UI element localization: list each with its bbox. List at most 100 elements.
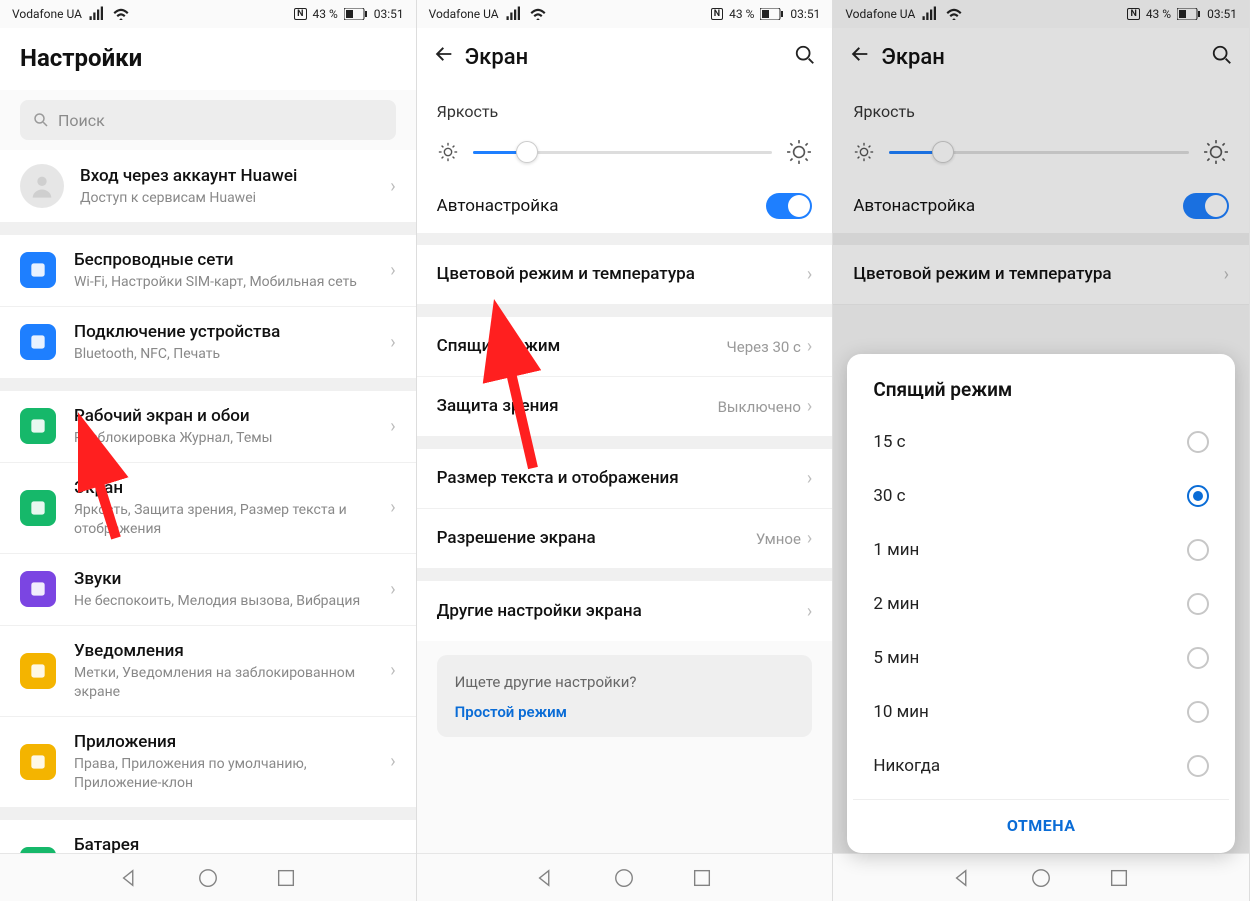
option-label: 15 с (873, 432, 905, 452)
nfc-icon: N (711, 8, 723, 20)
app-icon (20, 490, 56, 526)
chevron-right-icon: › (807, 601, 812, 622)
app-icon (20, 653, 56, 689)
time: 03:51 (374, 7, 404, 21)
auto-label: Автонастройка (437, 196, 559, 216)
sleep-option[interactable]: 10 мин (853, 685, 1229, 739)
hint-box: Ищете другие настройки? Простой режим (437, 655, 813, 737)
screen-title: Экран (881, 45, 1201, 70)
search-icon (32, 111, 50, 129)
search-button[interactable] (784, 44, 816, 70)
auto-brightness-toggle[interactable] (1183, 193, 1229, 219)
sleep-option[interactable]: 15 с (853, 415, 1229, 469)
nfc-icon: N (294, 8, 306, 20)
nav-recent-icon[interactable] (691, 867, 713, 889)
sleep-option[interactable]: 30 с (853, 469, 1229, 523)
sun-high-icon (786, 139, 812, 165)
nav-back-icon[interactable] (535, 867, 557, 889)
search-box[interactable]: Поиск (20, 100, 396, 140)
display-row[interactable]: Цветовой режим и температура › (417, 245, 833, 305)
battery-percent: 43 % (729, 7, 754, 21)
chevron-right-icon: › (1224, 264, 1229, 285)
color-mode-row[interactable]: Цветовой режим и температура › (833, 245, 1249, 305)
brightness-slider[interactable] (833, 131, 1249, 179)
settings-row[interactable]: Звуки Не беспокоить, Мелодия вызова, Виб… (0, 554, 416, 626)
option-label: 2 мин (873, 594, 919, 614)
sleep-option[interactable]: 5 мин (853, 631, 1229, 685)
display-row[interactable]: Разрешение экрана Умное › (417, 509, 833, 569)
signal-icon (88, 5, 106, 23)
chevron-right-icon: › (807, 528, 812, 549)
sleep-option[interactable]: 2 мин (853, 577, 1229, 631)
cancel-button[interactable]: ОТМЕНА (853, 799, 1229, 845)
row-label: Размер текста и отображения (437, 467, 801, 489)
app-icon (20, 571, 56, 607)
nav-home-icon[interactable] (1030, 867, 1052, 889)
settings-main-panel: Vodafone UA N 43 % 03:51 Настройки Поиск… (0, 0, 417, 901)
statusbar: Vodafone UA N 43 % 03:51 (0, 0, 416, 28)
option-label: 5 мин (873, 648, 919, 668)
settings-row[interactable]: Подключение устройства Bluetooth, NFC, П… (0, 307, 416, 379)
nav-back-icon[interactable] (952, 867, 974, 889)
radio-icon (1187, 755, 1209, 777)
chevron-right-icon: › (807, 396, 812, 417)
row-value: Умное (756, 530, 801, 548)
app-icon (20, 744, 56, 780)
back-button[interactable] (849, 43, 881, 71)
option-label: 1 мин (873, 540, 919, 560)
auto-brightness-row[interactable]: Автонастройка (417, 179, 833, 233)
settings-list: Беспроводные сети Wi-Fi, Настройки SIM-к… (0, 235, 416, 901)
display-row[interactable]: Защита зрения Выключено › (417, 377, 833, 437)
row-sub: Разблокировка Журнал, Темы (74, 429, 384, 448)
statusbar: Vodafone UA N 43 % 03:51 (417, 0, 833, 28)
display-row[interactable]: Размер текста и отображения › (417, 449, 833, 509)
row-label: Беспроводные сети (74, 249, 384, 271)
app-icon (20, 408, 56, 444)
chevron-right-icon: › (390, 497, 395, 518)
nav-recent-icon[interactable] (275, 867, 297, 889)
settings-row[interactable]: Беспроводные сети Wi-Fi, Настройки SIM-к… (0, 235, 416, 307)
sun-low-icon (437, 141, 459, 163)
chevron-right-icon: › (390, 660, 395, 681)
nav-home-icon[interactable] (197, 867, 219, 889)
auto-brightness-row[interactable]: Автонастройка (833, 179, 1249, 233)
sleep-mode-sheet: Спящий режим 15 с 30 с 1 мин 2 мин 5 мин… (847, 354, 1235, 853)
row-label: Защита зрения (437, 395, 710, 417)
chevron-right-icon: › (807, 336, 812, 357)
chevron-right-icon: › (390, 579, 395, 600)
radio-icon (1187, 647, 1209, 669)
settings-row[interactable]: Рабочий экран и обои Разблокировка Журна… (0, 391, 416, 463)
back-button[interactable] (433, 43, 465, 71)
sleep-option[interactable]: 1 мин (853, 523, 1229, 577)
row-label: Цветовой режим и температура (437, 263, 801, 285)
brightness-slider[interactable] (417, 131, 833, 179)
simple-mode-link[interactable]: Простой режим (455, 703, 795, 721)
settings-row[interactable]: Уведомления Метки, Уведомления на заблок… (0, 626, 416, 717)
nav-home-icon[interactable] (613, 867, 635, 889)
settings-row[interactable]: Приложения Права, Приложения по умолчани… (0, 717, 416, 808)
battery-icon (1177, 8, 1201, 20)
settings-row[interactable]: Экран Яркость, Защита зрения, Размер тек… (0, 463, 416, 554)
hint-question: Ищете другие настройки? (455, 673, 795, 691)
nfc-icon: N (1127, 8, 1139, 20)
auto-brightness-toggle[interactable] (766, 193, 812, 219)
display-row[interactable]: Другие настройки экрана › (417, 581, 833, 641)
chevron-right-icon: › (807, 468, 812, 489)
display-list: Цветовой режим и температура › Спящий ре… (417, 245, 833, 641)
row-value: Через 30 с (727, 338, 801, 356)
nav-back-icon[interactable] (119, 867, 141, 889)
sleep-option[interactable]: Никогда (853, 739, 1229, 793)
topbar: Экран (417, 28, 833, 86)
display-row[interactable]: Спящий режим Через 30 с › (417, 317, 833, 377)
search-button[interactable] (1201, 44, 1233, 70)
row-sub: Wi-Fi, Настройки SIM-карт, Мобильная сет… (74, 273, 384, 292)
carrier: Vodafone UA (845, 7, 915, 21)
statusbar: Vodafone UA N 43 % 03:51 (833, 0, 1249, 28)
chevron-right-icon: › (390, 260, 395, 281)
account-row[interactable]: Вход через аккаунт Huawei Доступ к серви… (0, 150, 416, 223)
row-sub: Метки, Уведомления на заблокированном эк… (74, 664, 384, 702)
option-label: 10 мин (873, 702, 929, 722)
nav-recent-icon[interactable] (1108, 867, 1130, 889)
screen-title: Экран (465, 45, 785, 70)
radio-icon (1187, 539, 1209, 561)
